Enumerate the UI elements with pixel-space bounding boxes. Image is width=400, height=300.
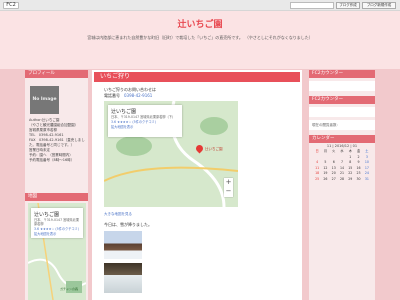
zoom-in-icon[interactable]: + [224,178,233,187]
map-place-label: ガチャンの森 [60,287,78,291]
create-button[interactable]: ブログ作成 [336,2,360,9]
calendar-day[interactable]: 27 [330,177,338,183]
map-heading: 地図 [25,193,88,201]
map-zoom-control[interactable]: + − [224,178,233,197]
post-intro: いちご狩りのお問い合わせは 電話番号 0398-42-9161 [104,87,156,98]
post-photo-1[interactable] [104,231,142,259]
post-photo-2[interactable] [104,263,142,293]
calendar-day[interactable]: 29 [346,177,354,183]
calendar-heading: カレンダー [309,135,375,143]
profile-heading: プロフィール [25,70,88,78]
calendar-day[interactable]: 26 [321,177,329,183]
google-map[interactable]: 辻いちご園 日本、〒319-0147 宮城県北栗原若柳（下） 3.6 ★★★★☆… [104,101,238,207]
phone-link[interactable]: 0398-42-9161 [124,93,152,98]
new-blog-button[interactable]: ブログ新規作成 [362,2,396,9]
counter2-heading: FC2カウンター [309,96,375,104]
map-info-card[interactable]: 辻いちご園 日本、〒319-0147 宮城県北栗原若柳（下） 3.6 ★★★★☆… [108,105,182,137]
post-title[interactable]: いちご狩り [94,72,300,82]
visitors-count: 現在の閲覧者数: [309,120,375,130]
calendar-day[interactable]: 30 [354,177,362,183]
counter2-widget [309,107,375,117]
sidebar-map[interactable]: 辻いちご園 日本、〒319-0147 宮城県北栗原若柳 3.6 ★★★★☆ (5… [28,203,86,300]
search-input[interactable] [290,2,334,9]
calendar-day[interactable]: 28 [338,177,346,183]
counter-widget [309,81,375,91]
post-body-text: 今日は、雪が降りました。 [104,222,152,227]
blog-title[interactable]: 辻いちご園 [0,17,400,30]
fc2-logo[interactable]: FC2 [3,2,19,9]
calendar-grid: 日月火水木金土 1 2 3 4 5 6 7 8 9 10 11 12 13 14 15 16 17 18 19 20 21… [313,149,371,182]
map-pin-label: 辻いちご園 [205,147,223,151]
profile-text: Author:辻いちご園 （やさと観光農園組合加盟園） 宮城県栗原市若柳 TEL… [29,118,85,162]
avatar: No Image [30,86,59,114]
calendar-day[interactable]: 31 [363,177,371,183]
zoom-out-icon[interactable]: − [224,187,233,196]
larger-map-link[interactable]: 大きな地図を見る [104,212,132,217]
right-sidebar: FC2カウンター FC2カウンター 現在の閲覧者数: カレンダー 11 | 20… [309,70,375,300]
counter-heading: FC2カウンター [309,70,375,78]
sidebar-map-card[interactable]: 辻いちご園 日本、〒319-0147 宮城県北栗原若柳 3.6 ★★★★☆ (5… [31,208,83,238]
calendar-day[interactable]: 25 [313,177,321,183]
top-bar: FC2 ブログ作成 ブログ新規作成 [0,0,400,11]
blog-description: 宮城は内陸部に恵まれた自然豊かな町旧（旧町）で栽培した「いちご」の直売所です。 … [87,35,313,40]
